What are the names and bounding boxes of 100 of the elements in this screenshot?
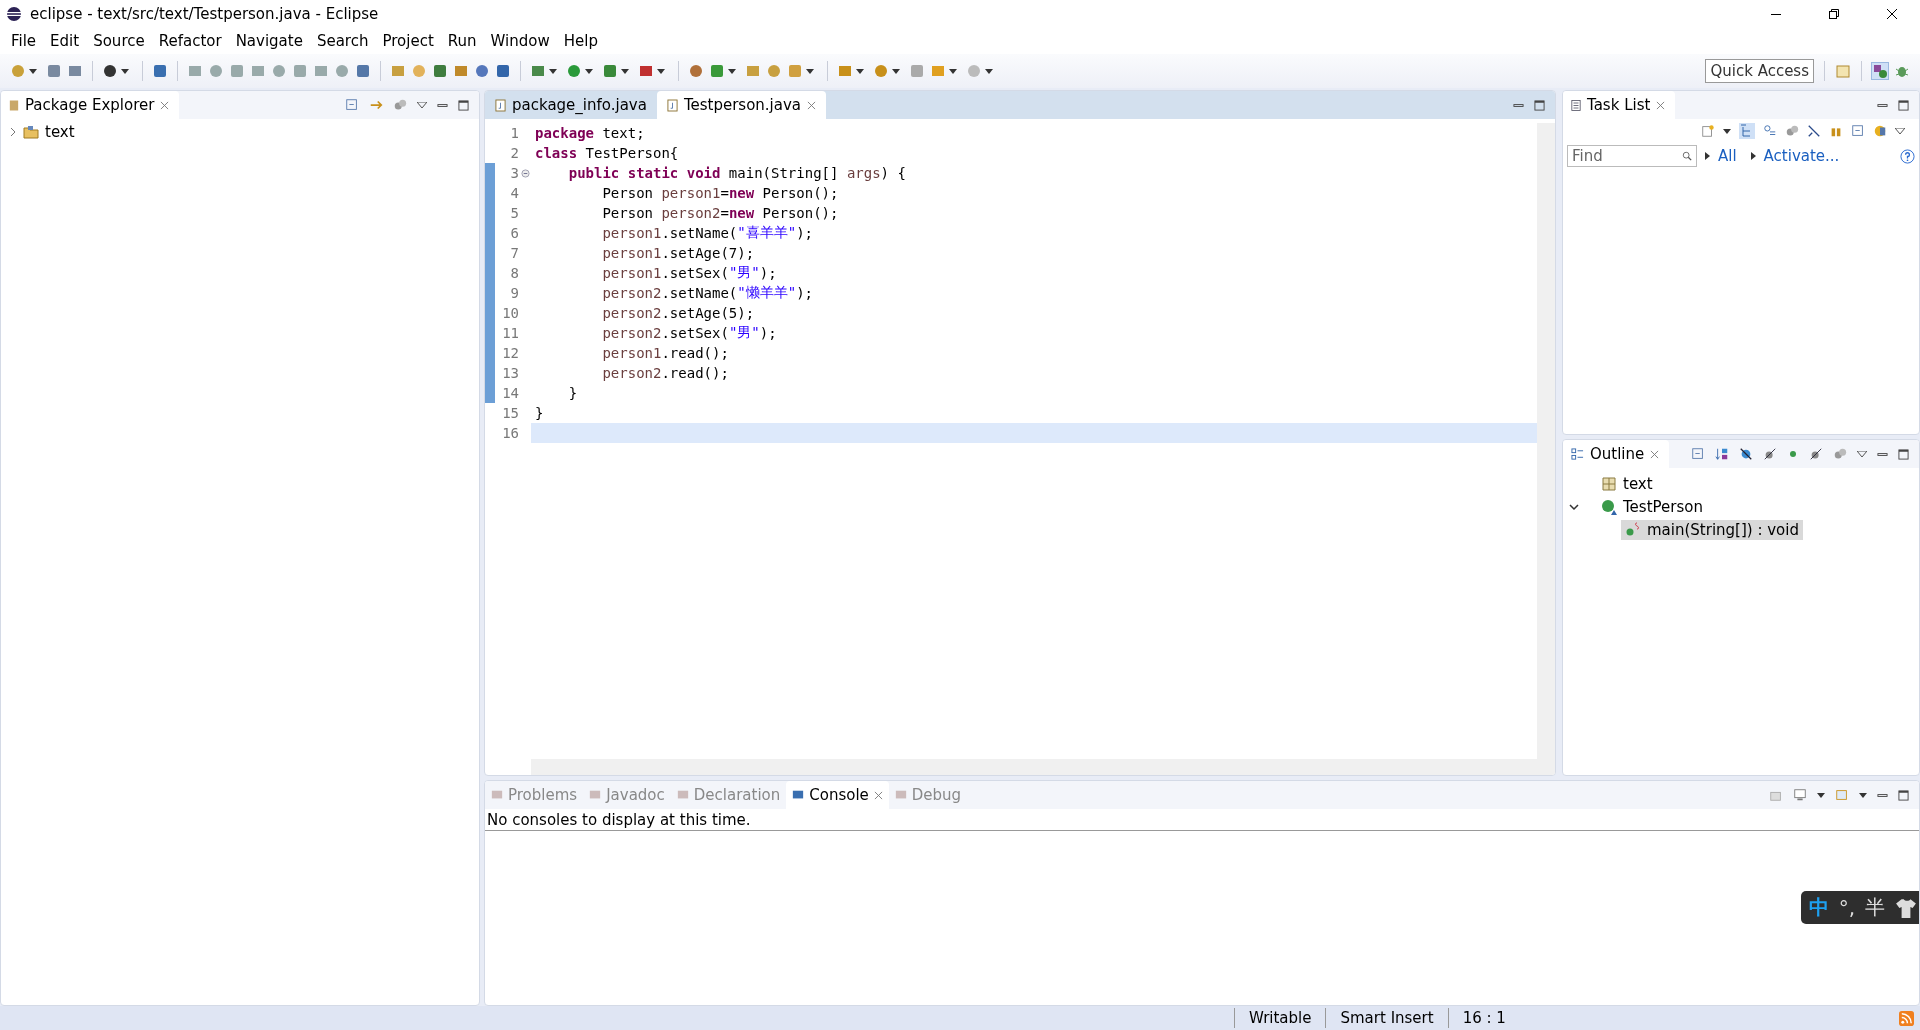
synchronize-icon[interactable] [1873, 124, 1887, 138]
triangle-icon [1750, 152, 1756, 160]
view-icon [491, 789, 503, 801]
editor-tab[interactable]: package_info.java [485, 91, 657, 119]
collapse-icon[interactable] [520, 168, 530, 178]
sort-icon[interactable] [1715, 447, 1729, 461]
code-line: class TestPerson{ [534, 144, 680, 163]
java-file-icon [495, 98, 506, 112]
collapse-all-icon[interactable] [1691, 447, 1705, 461]
menu-item[interactable]: Help [556, 32, 605, 50]
maximize-icon[interactable] [1898, 789, 1909, 801]
console-message: No consoles to display at this time. [485, 809, 1919, 831]
view-tab[interactable]: Outline [1563, 440, 1670, 468]
collapse-all-icon[interactable] [1851, 124, 1865, 138]
view-icon [589, 789, 602, 801]
filter-icon[interactable] [393, 98, 407, 112]
code-line: package text; [534, 124, 646, 143]
dropdown-caret-icon[interactable] [621, 68, 629, 74]
dropdown-caret-icon[interactable] [985, 68, 993, 74]
search-icon [1682, 151, 1692, 161]
horizontal-scrollbar[interactable] [531, 759, 1555, 775]
restore-icon[interactable] [1828, 8, 1840, 20]
ime-width[interactable]: 半 [1865, 894, 1885, 921]
dropdown-caret-icon[interactable] [1723, 128, 1731, 134]
dropdown-caret-icon[interactable] [549, 68, 557, 74]
link[interactable]: Activate... [1763, 147, 1840, 165]
view-icon [894, 789, 907, 801]
eclipse-logo-icon [6, 6, 22, 22]
code-line: person2.setName("懒羊羊"); [601, 283, 814, 303]
maximize-icon[interactable] [1898, 448, 1909, 460]
menu-item[interactable]: Source [86, 32, 152, 50]
maximize-icon[interactable] [458, 99, 469, 111]
view-menu-icon[interactable] [1857, 451, 1867, 457]
help-icon[interactable] [1900, 148, 1915, 164]
outline-item[interactable]: text [1597, 473, 1657, 494]
dropdown-caret-icon[interactable] [1817, 792, 1825, 798]
collapse-all-icon[interactable] [345, 98, 359, 112]
shirt-icon[interactable] [1895, 897, 1917, 918]
status-field: Writable [1234, 1008, 1326, 1028]
menu-item[interactable]: Edit [43, 32, 87, 50]
view-menu-icon[interactable] [1895, 128, 1905, 134]
outline-item[interactable]: TestPerson [1597, 496, 1707, 517]
outline-icon [1571, 447, 1584, 461]
scheduled-icon[interactable] [1763, 124, 1777, 138]
maximize-icon[interactable] [1898, 99, 1909, 111]
editor-tab[interactable]: Testperson.java [656, 91, 827, 119]
code-line: } [534, 404, 545, 423]
code-line: person1.setAge(7); [601, 244, 756, 263]
view-menu-icon[interactable] [417, 102, 427, 108]
dropdown-caret-icon[interactable] [1859, 792, 1867, 798]
dropdown-caret-icon[interactable] [856, 68, 864, 74]
ime-mode[interactable]: 中 [1808, 894, 1829, 921]
new-task-icon[interactable] [1701, 124, 1715, 138]
method-icon [1625, 521, 1641, 538]
hide-local-types-icon[interactable] [1809, 447, 1823, 461]
hide-static-icon[interactable] [1763, 447, 1777, 461]
dropdown-caret-icon[interactable] [728, 68, 736, 74]
find-field[interactable]: Find [1567, 145, 1697, 167]
close-icon[interactable] [1886, 8, 1898, 20]
dropdown-caret-icon[interactable] [657, 68, 665, 74]
hide-fields-icon[interactable] [1739, 447, 1753, 461]
view-tab[interactable]: Task List [1563, 91, 1676, 119]
dropdown-caret-icon[interactable] [892, 68, 900, 74]
java-file-icon [666, 98, 678, 112]
code-line: Person person1=new Person(); [601, 184, 840, 203]
maximize-icon[interactable] [1534, 99, 1545, 111]
rss-icon[interactable] [1899, 1010, 1914, 1026]
view-tab[interactable]: Console [786, 781, 889, 809]
filter-icon[interactable] [1785, 124, 1799, 138]
ime-punctuation[interactable]: °, [1838, 895, 1855, 920]
java-perspective-icon[interactable] [1872, 63, 1888, 79]
code-line: person2.setSex("男"); [601, 323, 778, 343]
filter-icon[interactable] [1833, 447, 1847, 461]
dropdown-caret-icon[interactable] [29, 68, 37, 74]
menu-item[interactable]: Search [309, 32, 376, 50]
menu-item[interactable]: Run [440, 32, 484, 50]
monitor-icon[interactable] [1793, 788, 1807, 802]
menu-item[interactable]: Window [483, 32, 557, 50]
new-window-icon[interactable] [1835, 788, 1849, 802]
link[interactable]: All [1718, 147, 1737, 165]
dropdown-caret-icon[interactable] [585, 68, 593, 74]
dropdown-caret-icon[interactable] [121, 68, 129, 74]
hide-completed-icon[interactable] [1807, 124, 1821, 138]
project-folder-icon [23, 124, 39, 140]
menu-item[interactable]: Navigate [228, 32, 310, 50]
method-filter-icon[interactable] [1787, 448, 1799, 460]
code-line: person1.setSex("男"); [601, 263, 778, 283]
view-tab[interactable]: Package Explorer [1, 91, 180, 119]
quick-access-field[interactable]: Quick Access [1705, 59, 1814, 83]
dropdown-caret-icon[interactable] [949, 68, 957, 74]
menu-item[interactable]: File [4, 32, 44, 50]
dropdown-caret-icon[interactable] [806, 68, 814, 74]
outline-item[interactable]: main(String[]) : void [1621, 519, 1803, 540]
code-line: public static void main(String[] args) { [567, 164, 907, 183]
link-icon[interactable] [369, 98, 383, 112]
view-icon [792, 789, 805, 801]
vertical-scrollbar[interactable] [1537, 123, 1555, 759]
project-tree-item[interactable]: text [9, 123, 471, 141]
menu-item[interactable]: Refactor [151, 32, 229, 50]
menu-item[interactable]: Project [375, 32, 441, 50]
